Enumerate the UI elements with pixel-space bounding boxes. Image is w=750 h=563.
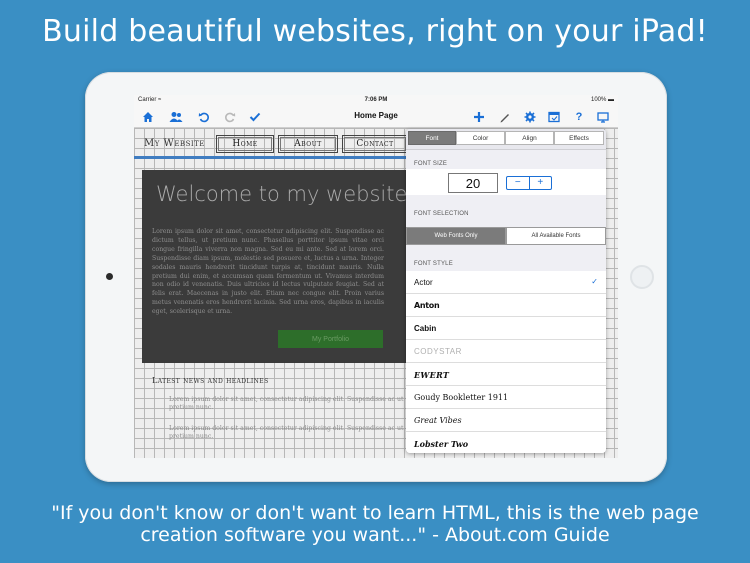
portfolio-button[interactable]: My Portfolio: [278, 330, 383, 348]
font-name: Actor: [414, 278, 433, 287]
help-icon[interactable]: ?: [571, 109, 587, 125]
font-item-lobster-two[interactable]: Lobster Two: [406, 432, 606, 453]
web-fonts-only-option[interactable]: Web Fonts Only: [406, 227, 506, 245]
font-list[interactable]: Actor ✓ Anton Cabin CODYSTAR EWERT Goudy…: [406, 271, 606, 453]
font-name: Great Vibes: [414, 416, 462, 425]
font-style-label: FONT STYLE: [414, 261, 453, 267]
browser-icon[interactable]: [546, 109, 562, 125]
font-selection-label: FONT SELECTION: [414, 211, 469, 217]
font-item-cabin[interactable]: Cabin: [406, 317, 606, 340]
ipad-screen: Carrier ≈ 7:06 PM 100% ▬ Home Page ? My …: [134, 95, 618, 458]
tab-color[interactable]: Color: [456, 131, 505, 145]
all-fonts-option[interactable]: All Available Fonts: [506, 227, 606, 245]
plus-icon[interactable]: [471, 109, 487, 125]
pencil-icon[interactable]: [497, 109, 513, 125]
hero-section[interactable]: Welcome to my website Lorem ipsum dolor …: [142, 170, 432, 363]
header-rule: [134, 156, 424, 159]
font-name: Anton: [414, 301, 440, 310]
news-item[interactable]: Lorem ipsum dolor sit amet, consectetur …: [169, 425, 419, 441]
decrease-button[interactable]: −: [507, 177, 530, 189]
nav-home[interactable]: Home: [216, 135, 274, 153]
home-button[interactable]: [630, 265, 654, 289]
increase-button[interactable]: +: [530, 177, 552, 189]
font-item-anton[interactable]: Anton: [406, 294, 606, 317]
news-item[interactable]: Lorem ipsum dolor sit amet, consectetur …: [169, 396, 419, 412]
tab-align[interactable]: Align: [505, 131, 554, 145]
battery-indicator: 100% ▬: [590, 97, 614, 103]
font-name: Goudy Bookletter 1911: [414, 393, 509, 402]
preview-icon[interactable]: [595, 109, 611, 125]
status-bar: Carrier ≈ 7:06 PM 100% ▬: [134, 95, 618, 107]
font-item-codystar[interactable]: CODYSTAR: [406, 340, 606, 363]
font-selection-control: Web Fonts Only All Available Fonts: [406, 225, 606, 247]
app-toolbar: Home Page ?: [134, 107, 618, 128]
status-time: 7:06 PM: [364, 97, 388, 103]
camera-icon: [106, 273, 113, 280]
tab-font[interactable]: Font: [408, 131, 456, 145]
popover-tabs: Font Color Align Effects: [406, 129, 606, 150]
font-item-goudy[interactable]: Goudy Bookletter 1911: [406, 386, 606, 409]
news-heading[interactable]: Latest news and headlines: [152, 376, 269, 385]
font-name: CODYSTAR: [414, 347, 462, 356]
font-name: Lobster Two: [414, 439, 469, 449]
font-size-field[interactable]: 20: [448, 173, 498, 193]
font-item-great-vibes[interactable]: Great Vibes: [406, 409, 606, 432]
quote-line-2: creation software you want..." - About.c…: [140, 524, 610, 546]
nav-contact[interactable]: Contact: [342, 135, 408, 153]
font-name: EWERT: [414, 370, 450, 380]
checkmark-icon: ✓: [591, 277, 598, 286]
font-popover: Font Color Align Effects FONT SIZE 20 − …: [406, 129, 606, 453]
tab-effects[interactable]: Effects: [554, 131, 604, 145]
font-size-stepper[interactable]: − +: [506, 176, 552, 190]
headline: Build beautiful websites, right on your …: [42, 14, 708, 49]
font-size-label: FONT SIZE: [414, 161, 448, 167]
font-name: Cabin: [414, 324, 437, 333]
font-item-actor[interactable]: Actor ✓: [406, 271, 606, 294]
gear-icon[interactable]: [522, 109, 538, 125]
quote-line-1: "If you don't know or don't want to lear…: [51, 502, 699, 524]
testimonial-quote: "If you don't know or don't want to lear…: [0, 502, 750, 546]
welcome-heading[interactable]: Welcome to my website: [156, 182, 407, 206]
font-item-ewert[interactable]: EWERT: [406, 363, 606, 386]
nav-about[interactable]: About: [278, 135, 338, 153]
hero-paragraph[interactable]: Lorem ipsum dolor sit amet, consectetur …: [152, 228, 384, 317]
site-title[interactable]: My Website: [144, 138, 205, 149]
